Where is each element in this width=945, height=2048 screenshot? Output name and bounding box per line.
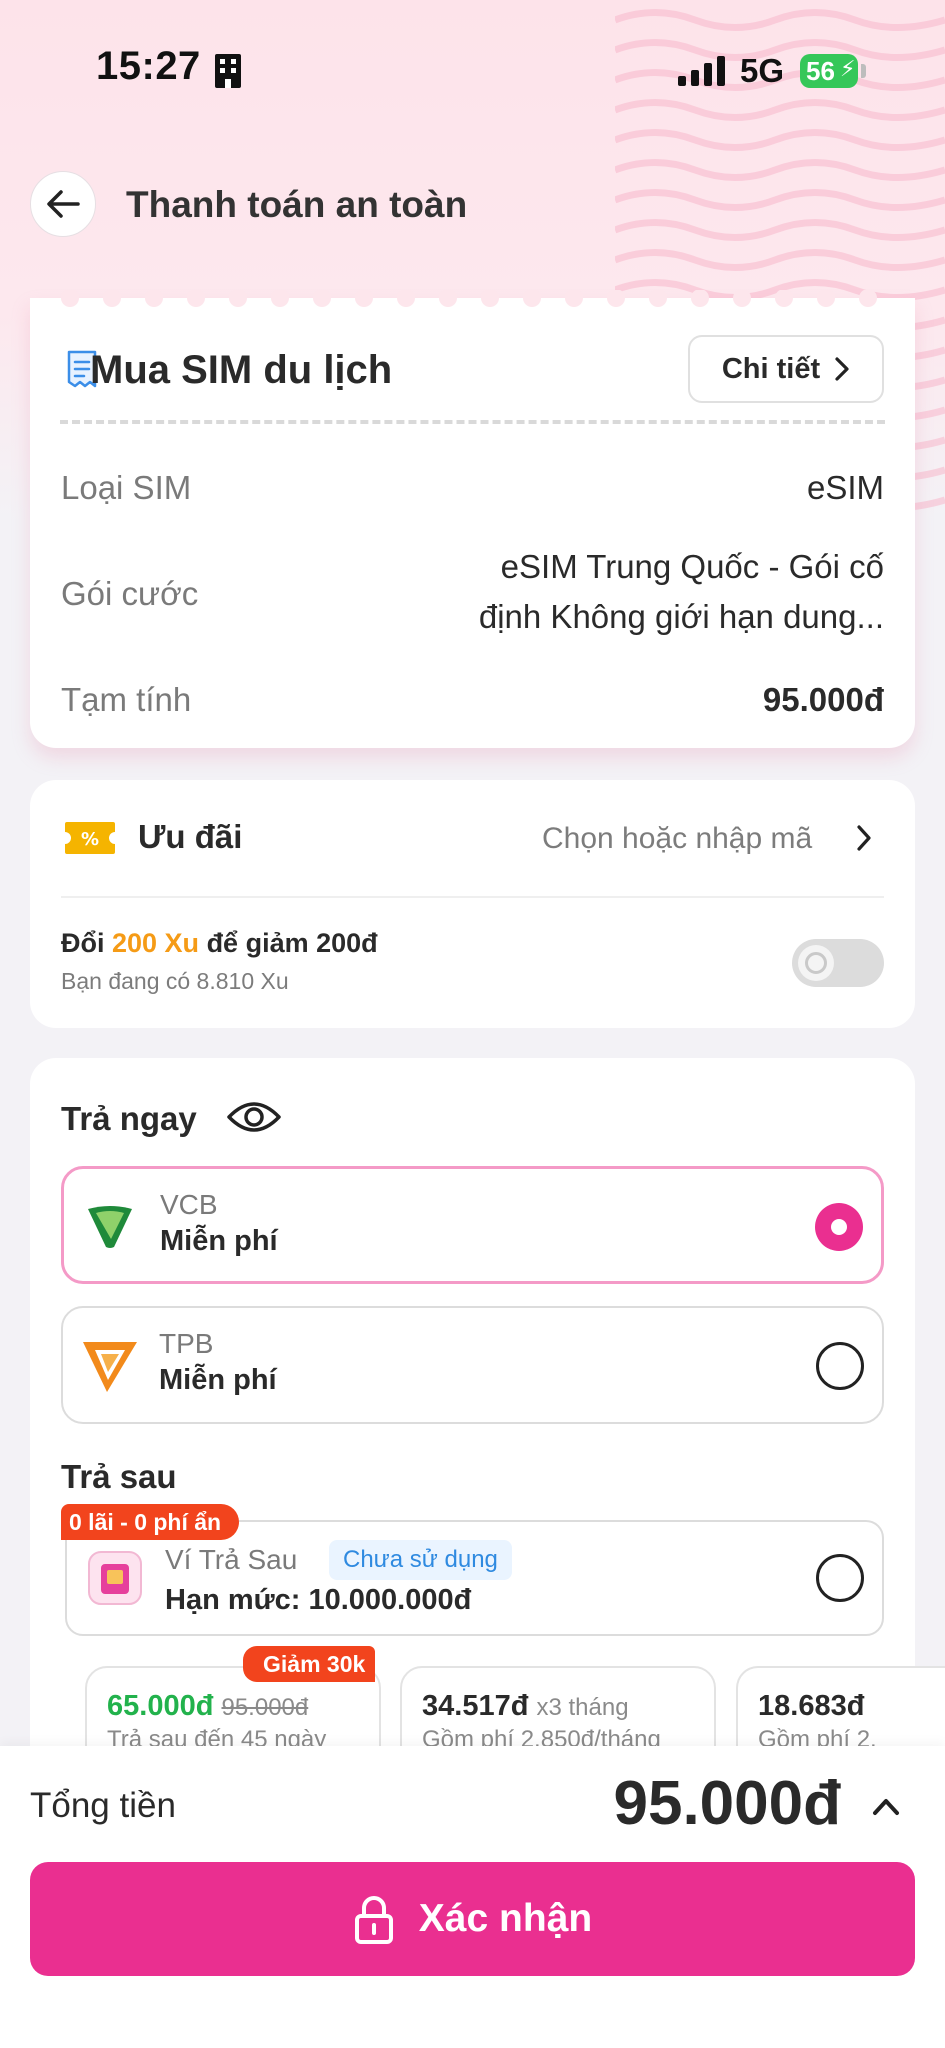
xu-balance: Bạn đang có 8.810 Xu	[61, 968, 289, 994]
radio-unselected[interactable]	[816, 1342, 864, 1390]
radio-selected[interactable]	[815, 1203, 863, 1251]
plan-term: x3 tháng	[536, 1694, 629, 1721]
total-label: Tổng tiền	[30, 1786, 176, 1825]
xu-toggle[interactable]	[792, 939, 884, 987]
status-time: 15:27	[96, 44, 201, 88]
battery-level: 56	[806, 56, 835, 86]
plan-price-line: 65.000đ 95.000đ	[107, 1690, 308, 1723]
bank-option-vcb[interactable]: VCB Miễn phí	[61, 1166, 884, 1284]
wallet-name: Ví Trả Sau	[165, 1544, 298, 1575]
promo-code-picker[interactable]: Chọn hoặc nhập mã	[542, 822, 812, 856]
svg-text:%: %	[81, 829, 99, 850]
order-title: Mua SIM du lịch	[90, 348, 393, 392]
coupon-icon: %	[65, 822, 115, 854]
pay-now-title: Trả ngay	[61, 1100, 197, 1137]
bank-name: VCB	[160, 1189, 218, 1220]
lock-icon	[354, 1896, 393, 1944]
bank-name: TPB	[159, 1328, 214, 1359]
plan-price: 65.000đ	[107, 1690, 214, 1722]
radio-unselected[interactable]	[816, 1554, 864, 1602]
wallet-logo-icon	[88, 1551, 142, 1605]
plan-price-line: 34.517đ x3 tháng	[422, 1690, 629, 1723]
tpb-logo-icon	[83, 1342, 137, 1392]
xu-amount: 200 Xu	[112, 928, 200, 958]
page-title: Thanh toán an toàn	[126, 184, 468, 225]
detail-button[interactable]: Chi tiết	[688, 335, 884, 403]
battery-cap	[861, 64, 866, 78]
zero-interest-badge: 0 lãi - 0 phí ẩn	[61, 1504, 240, 1540]
xu-prefix: Đổi	[61, 928, 112, 958]
subtotal-label: Tạm tính	[61, 681, 192, 718]
bank-fee: Miễn phí	[160, 1225, 278, 1257]
plan-price: 34.517đ	[422, 1690, 529, 1722]
wallet-status-tag: Chưa sử dụng	[329, 1540, 512, 1580]
package-value-line1: eSIM Trung Quốc - Gói cố	[500, 548, 884, 585]
xu-suffix: để giảm 200đ	[199, 928, 378, 958]
wallet-limit: Hạn mức: 10.000.000đ	[165, 1584, 472, 1616]
detail-button-label: Chi tiết	[721, 352, 821, 385]
chevron-right-icon[interactable]	[856, 824, 872, 852]
battery-icon: 56 ⚡	[800, 54, 858, 88]
xu-redeem-text: Đổi 200 Xu để giảm 200đ	[61, 928, 378, 959]
dashed-divider	[60, 420, 885, 424]
toggle-knob	[798, 945, 834, 981]
chevron-up-icon[interactable]	[869, 1790, 903, 1824]
ticket-scallop-edge	[30, 290, 915, 310]
arrow-left-icon	[47, 190, 80, 218]
package-label: Gói cước	[61, 575, 199, 612]
chevron-right-icon	[835, 357, 849, 381]
discount-badge: Giảm 30k	[243, 1646, 376, 1682]
promo-title: Ưu đãi	[138, 818, 243, 855]
package-value-line2: định Không giới hạn dung...	[478, 598, 884, 635]
status-bar: 15:27 5G 56 ⚡	[0, 0, 945, 140]
network-label: 5G	[740, 52, 785, 89]
total-value: 95.000đ	[613, 1769, 841, 1838]
charging-icon: ⚡	[840, 56, 856, 81]
promo-divider	[61, 896, 884, 898]
eye-icon[interactable]	[226, 1097, 282, 1137]
subtotal-value: 95.000đ	[762, 681, 884, 718]
bank-option-tpb[interactable]: TPB Miễn phí	[61, 1306, 884, 1424]
sim-type-label: Loại SIM	[61, 469, 192, 506]
building-icon	[215, 54, 241, 88]
confirm-button[interactable]: Xác nhận	[30, 1862, 915, 1976]
pay-later-title: Trả sau	[61, 1458, 177, 1495]
sim-type-value: eSIM	[806, 469, 884, 506]
back-button[interactable]	[30, 171, 96, 237]
plan-price: 18.683đ	[758, 1690, 865, 1722]
confirm-label: Xác nhận	[418, 1897, 593, 1940]
plan-old-price: 95.000đ	[221, 1694, 309, 1721]
vcb-logo-icon	[88, 1206, 132, 1248]
bank-fee: Miễn phí	[159, 1364, 277, 1396]
signal-icon	[678, 56, 725, 86]
